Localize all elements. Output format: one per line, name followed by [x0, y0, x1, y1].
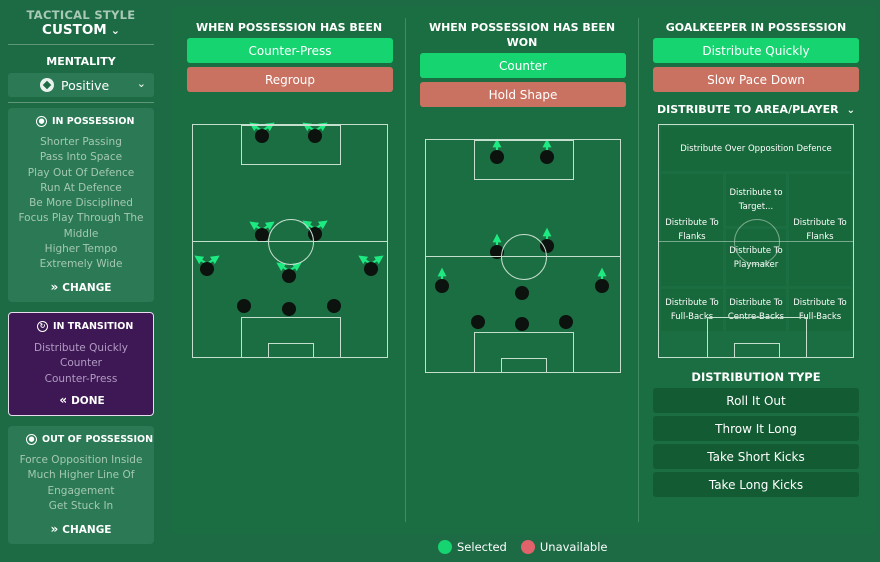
legend-selected: Selected: [457, 540, 507, 554]
chevron-down-icon: ⌄: [846, 105, 855, 116]
zone-label: Distribute To: [665, 298, 719, 308]
take-long-kicks-option[interactable]: Take Long Kicks: [653, 472, 859, 497]
zone-label: Distribute To: [729, 298, 783, 308]
defend-icon: ●: [26, 434, 37, 445]
zone-label: Distribute To: [665, 218, 719, 228]
hold-shape-option[interactable]: Hold Shape: [420, 82, 626, 107]
goalkeeper-title: GOALKEEPER IN POSSESSION: [665, 21, 847, 34]
instruction-item: Counter-Press: [44, 372, 118, 385]
take-short-kicks-option[interactable]: Take Short Kicks: [653, 444, 859, 469]
centre-circle: [268, 219, 314, 265]
done-label: DONE: [71, 395, 105, 407]
in-possession-change-button[interactable]: » CHANGE: [8, 280, 154, 294]
won-pitch: [425, 139, 621, 373]
transition-panel: WHEN POSSESSION HAS BEEN LOST Counter-Pr…: [172, 6, 876, 534]
double-chevron-left-icon: «: [59, 393, 68, 407]
unavailable-dot: [520, 540, 535, 554]
legend-unavailable: Unavailable: [539, 540, 608, 554]
won-title-line2: WON: [506, 36, 538, 49]
in-transition-list: Distribute Quickly Counter Counter-Press: [9, 341, 153, 387]
instruction-item: Much Higher Line Of: [27, 469, 135, 482]
zone-label: Target...: [738, 202, 774, 212]
lost-pitch: [192, 124, 388, 358]
football-icon: [40, 78, 54, 92]
instruction-item: Pass Into Space: [39, 151, 123, 164]
counter-option[interactable]: Counter: [420, 53, 626, 78]
in-transition-title: ↻ IN TRANSITION: [37, 321, 153, 332]
roll-it-out-option[interactable]: Roll It Out: [653, 388, 859, 413]
double-chevron-right-icon: »: [50, 280, 59, 294]
out-of-possession-title: ● OUT OF POSSESSION: [26, 434, 154, 445]
throw-it-long-option[interactable]: Throw It Long: [653, 416, 859, 441]
slow-pace-down-option[interactable]: Slow Pace Down: [653, 67, 859, 92]
six-yard-box: [501, 358, 547, 373]
distribution-pitch: Distribute Over Opposition Defence Distr…: [658, 124, 854, 358]
double-chevron-right-icon: »: [50, 522, 59, 536]
ball-icon: ●: [36, 116, 47, 127]
zone-over-defence[interactable]: Distribute Over Opposition Defence: [661, 127, 851, 171]
zone-label: Distribute to: [729, 188, 783, 198]
zone-label: Distribute Over Opposition Defence: [680, 144, 832, 154]
won-title-line1: WHEN POSSESSION HAS BEEN: [428, 21, 616, 34]
distribute-quickly-option[interactable]: Distribute Quickly: [653, 38, 859, 63]
instruction-item: Focus Play Through The: [18, 212, 144, 225]
change-label: CHANGE: [62, 282, 112, 294]
out-of-possession-title-text: OUT OF POSSESSION: [42, 434, 154, 445]
out-of-possession-card: ● OUT OF POSSESSION Force Opposition Ins…: [8, 426, 154, 544]
instruction-item: Shorter Passing: [40, 136, 122, 148]
in-possession-title: ● IN POSSESSION: [36, 116, 154, 127]
instruction-item: Get Stuck In: [48, 499, 114, 512]
zone-flanks-right[interactable]: Distribute To Flanks: [789, 174, 851, 286]
six-yard-box: [734, 343, 780, 358]
chevron-down-icon: ⌄: [110, 24, 120, 37]
in-possession-list: Shorter Passing Pass Into Space Play Out…: [8, 135, 154, 273]
penalty-box: [241, 125, 341, 165]
instruction-item: Force Opposition Inside: [19, 454, 143, 466]
distribute-area-dropdown[interactable]: DISTRIBUTE TO AREA/PLAYER ⌄: [657, 103, 855, 116]
sidebar: TACTICAL STYLE CUSTOM ⌄ MENTALITY Positiv…: [0, 0, 162, 562]
instruction-item: Engagement: [47, 484, 115, 497]
instruction-item: Extremely Wide: [39, 258, 123, 271]
instruction-item: Run At Defence: [40, 181, 122, 194]
mentality-value: Positive: [61, 77, 110, 93]
out-of-possession-list: Force Opposition Inside Much Higher Line…: [8, 453, 154, 514]
instruction-item: Middle: [63, 227, 99, 240]
won-title: WHEN POSSESSION HAS BEEN WON: [420, 20, 624, 50]
tactical-style-dropdown[interactable]: CUSTOM ⌄: [0, 22, 162, 38]
in-transition-title-text: IN TRANSITION: [53, 321, 134, 332]
in-possession-title-text: IN POSSESSION: [52, 116, 135, 127]
six-yard-box: [268, 343, 314, 358]
legend: Selected Unavailable: [438, 540, 607, 554]
zone-flanks-left[interactable]: Distribute To Flanks: [661, 174, 723, 286]
instruction-item: Higher Tempo: [44, 243, 118, 256]
instruction-item: Be More Disciplined: [29, 197, 133, 210]
zone-label: Distribute To: [793, 298, 847, 308]
mentality-label: MENTALITY: [46, 55, 116, 68]
zone-label: Distribute To: [793, 218, 847, 228]
centre-circle: [734, 219, 780, 265]
divider: [8, 102, 154, 103]
out-of-possession-change-button[interactable]: » CHANGE: [8, 522, 154, 536]
chevron-down-icon: ⌄: [136, 77, 146, 90]
selected-dot: [438, 540, 452, 554]
change-label: CHANGE: [62, 524, 112, 536]
instruction-item: Play Out Of Defence: [27, 166, 135, 179]
distribution-type-title: DISTRIBUTION TYPE: [691, 370, 821, 384]
distribute-area-label: DISTRIBUTE TO AREA/PLAYER: [657, 103, 839, 116]
tactical-style-label: TACTICAL STYLE: [26, 8, 136, 22]
instruction-item: Distribute Quickly: [34, 342, 128, 354]
centre-circle: [501, 234, 547, 280]
mentality-select[interactable]: Positive ⌄: [8, 73, 154, 97]
transition-icon: ↻: [37, 321, 48, 332]
in-possession-card: ● IN POSSESSION Shorter Passing Pass Int…: [8, 108, 154, 302]
in-transition-card: ↻ IN TRANSITION Distribute Quickly Count…: [8, 312, 154, 416]
divider: [8, 44, 154, 45]
tactical-style-value: CUSTOM: [42, 22, 107, 38]
in-transition-done-button[interactable]: «DONE: [9, 393, 155, 407]
penalty-box: [474, 140, 574, 180]
instruction-item: Counter: [60, 357, 102, 370]
